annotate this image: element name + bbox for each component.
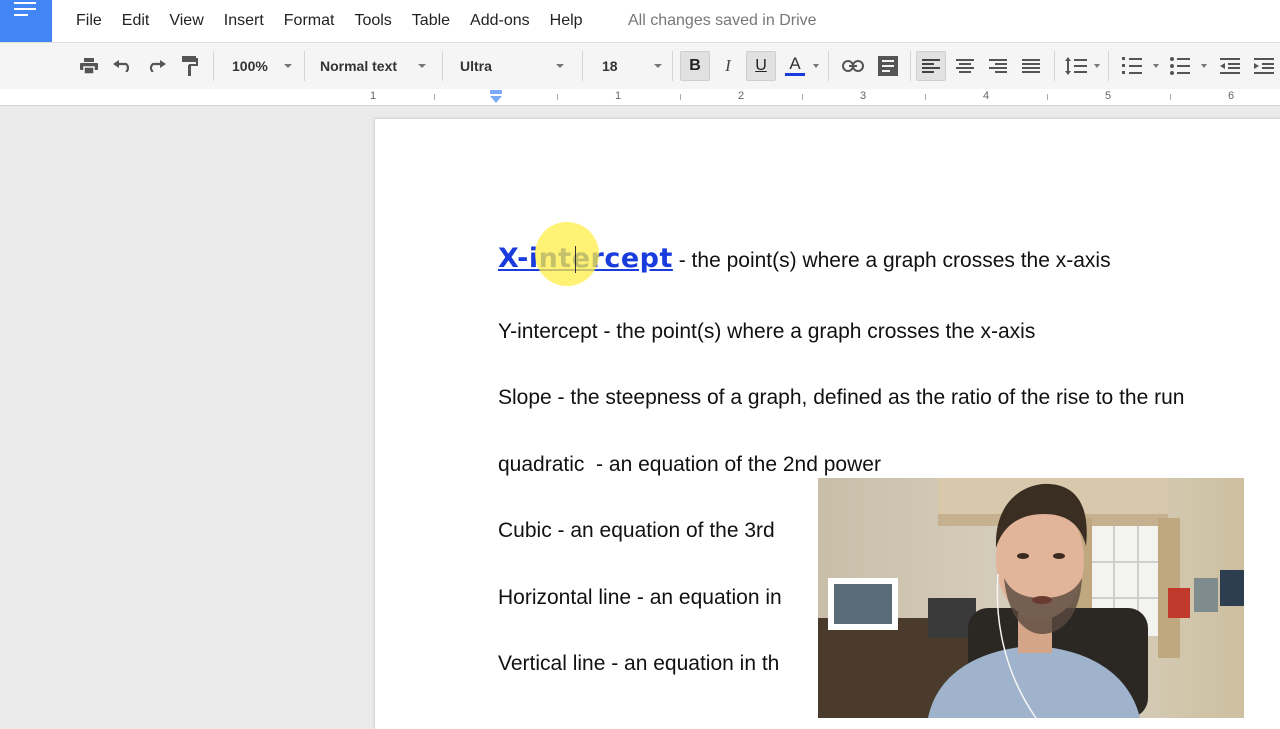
paragraph-y-intercept[interactable]: Y-intercept - the point(s) where a graph… — [498, 320, 1035, 344]
increase-indent-icon[interactable] — [1250, 51, 1278, 81]
menu-format[interactable]: Format — [274, 12, 345, 30]
text-color-swatch — [785, 73, 805, 76]
chevron-down-icon — [654, 64, 662, 68]
definition: - the point(s) where a graph crosses the… — [672, 249, 1111, 272]
underline-button[interactable]: U — [746, 51, 776, 81]
definition: - an equation of the 2nd power — [584, 453, 881, 476]
save-status[interactable]: All changes saved in Drive — [628, 12, 817, 30]
chevron-down-icon — [284, 64, 292, 68]
numbered-list-icon[interactable] — [1118, 51, 1146, 81]
docs-logo-icon[interactable] — [0, 0, 52, 42]
redo-icon[interactable] — [143, 51, 169, 81]
toolbar: 100% Normal text Ultra 18 B I U A — [0, 42, 1280, 90]
paragraph-quadratic[interactable]: quadratic - an equation of the 2nd power — [498, 453, 881, 477]
paragraph-horizontal-line[interactable]: Horizontal line - an equation in — [498, 586, 782, 610]
line-spacing-icon[interactable] — [1062, 51, 1090, 81]
main-menu: File Edit View Insert Format Tools Table… — [66, 0, 593, 42]
decrease-indent-icon[interactable] — [1216, 51, 1244, 81]
text-cursor — [575, 246, 576, 273]
menu-help[interactable]: Help — [540, 12, 593, 30]
menu-table[interactable]: Table — [402, 12, 460, 30]
definition: - an equation of the 3rd — [551, 519, 775, 542]
term: Vertical line — [498, 652, 606, 675]
chevron-down-icon — [556, 64, 564, 68]
align-center-icon[interactable] — [950, 51, 980, 81]
indent-marker-icon[interactable] — [489, 90, 503, 104]
ruler-number: 1 — [614, 90, 622, 102]
print-icon[interactable] — [76, 51, 102, 81]
font-select[interactable]: Ultra — [460, 51, 564, 81]
menu-edit[interactable]: Edit — [112, 12, 160, 30]
menu-tools[interactable]: Tools — [344, 12, 401, 30]
ruler-number: 6 — [1227, 90, 1235, 102]
undo-icon[interactable] — [110, 51, 136, 81]
bulleted-list-icon[interactable] — [1166, 51, 1194, 81]
chevron-down-icon — [418, 64, 426, 68]
webcam-overlay — [818, 478, 1244, 718]
font-size-value: 18 — [602, 58, 618, 74]
term: quadratic — [498, 453, 585, 476]
paragraph-style-value: Normal text — [320, 58, 398, 74]
text-color-button[interactable]: A — [780, 51, 810, 81]
menu-add-ons[interactable]: Add-ons — [460, 12, 540, 30]
bold-button[interactable]: B — [680, 51, 710, 81]
definition: - the steepness of a graph, defined as t… — [551, 386, 1185, 409]
paragraph-slope[interactable]: Slope - the steepness of a graph, define… — [498, 386, 1184, 410]
definition: - an equation in th — [605, 652, 780, 675]
term: Cubic — [498, 519, 552, 542]
align-left-icon[interactable] — [916, 51, 946, 81]
zoom-value: 100% — [232, 58, 268, 74]
menu-view[interactable]: View — [159, 12, 213, 30]
chevron-down-icon[interactable] — [1201, 64, 1207, 68]
menu-file[interactable]: File — [66, 12, 112, 30]
ruler-number: 5 — [1104, 90, 1112, 102]
ruler-number: 4 — [982, 90, 990, 102]
term: Slope — [498, 386, 552, 409]
ruler-number: 1 — [369, 90, 377, 102]
ruler-number: 2 — [737, 90, 745, 102]
font-value: Ultra — [460, 58, 492, 74]
term: Horizontal line — [498, 586, 632, 609]
paragraph-cubic[interactable]: Cubic - an equation of the 3rd — [498, 519, 775, 543]
definition: - an equation in — [631, 586, 782, 609]
definition: - the point(s) where a graph crosses the… — [597, 320, 1036, 343]
menu-bar: File Edit View Insert Format Tools Table… — [0, 0, 1280, 42]
link-icon[interactable] — [838, 51, 868, 81]
menu-insert[interactable]: Insert — [214, 12, 274, 30]
term: Y-intercept — [498, 320, 598, 343]
mouse-highlight — [535, 222, 599, 286]
paragraph-vertical-line[interactable]: Vertical line - an equation in th — [498, 652, 779, 676]
zoom-select[interactable]: 100% — [232, 51, 292, 81]
paint-format-icon[interactable] — [177, 51, 203, 81]
chevron-down-icon[interactable] — [813, 64, 819, 68]
chevron-down-icon[interactable] — [1094, 64, 1100, 68]
chevron-down-icon[interactable] — [1153, 64, 1159, 68]
font-size-select[interactable]: 18 — [602, 51, 662, 81]
align-justify-icon[interactable] — [1016, 51, 1046, 81]
ruler[interactable]: 1 1 2 3 4 5 6 — [0, 89, 1280, 106]
italic-button[interactable]: I — [714, 51, 742, 81]
presenter-video — [818, 478, 1244, 718]
paragraph-style-select[interactable]: Normal text — [320, 51, 426, 81]
comment-icon[interactable] — [873, 51, 903, 81]
ruler-number: 3 — [859, 90, 867, 102]
align-right-icon[interactable] — [983, 51, 1013, 81]
